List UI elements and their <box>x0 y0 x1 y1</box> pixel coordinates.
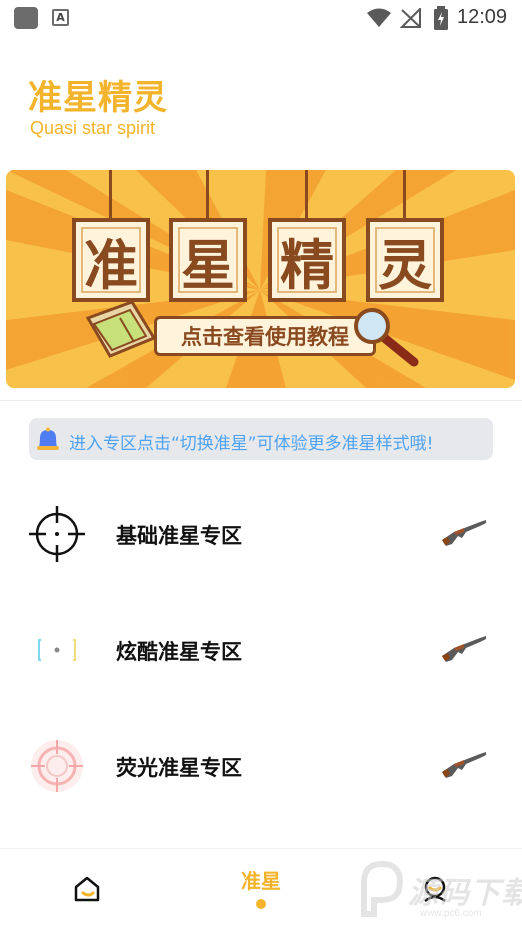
tab-label: 准星 <box>241 869 281 893</box>
banner-string <box>403 170 406 222</box>
app-icon <box>14 7 38 29</box>
zone-label: 基础准星专区 <box>116 524 242 548</box>
section-divider <box>0 400 522 401</box>
zone-label: 荧光准星专区 <box>116 756 242 780</box>
tip-text: 进入专区点击“切换准星”可体验更多准星样式哦! <box>69 434 434 454</box>
tab-crosshair[interactable]: 准星 <box>211 849 311 929</box>
book-icon <box>85 300 157 358</box>
rifle-icon <box>442 752 486 778</box>
watermark: 源码下载 www.pc6.com <box>356 850 522 928</box>
watermark-logo-icon <box>361 860 404 917</box>
app-title: 准星精灵 <box>28 78 168 118</box>
zone-glow[interactable]: 荧光准星专区 <box>0 726 522 806</box>
rifle-icon <box>442 636 486 662</box>
tutorial-banner[interactable]: 准 星 精 灵 点击查看使用教程 <box>6 170 515 388</box>
banner-string <box>109 170 112 222</box>
status-time: 12:09 <box>457 6 508 28</box>
zone-basic[interactable]: 基础准星专区 <box>0 494 522 574</box>
tip-banner: 进入专区点击“切换准星”可体验更多准星样式哦! <box>29 418 493 460</box>
banner-caption: 点击查看使用教程 <box>154 316 376 356</box>
status-bar: A 12:09 <box>0 0 522 36</box>
app-subtitle: Quasi star spirit <box>30 118 156 138</box>
magnifier-icon <box>354 308 419 367</box>
bell-icon <box>37 427 59 450</box>
crosshair-cool-icon <box>38 639 76 661</box>
home-icon <box>74 876 100 902</box>
battery-charging-icon <box>434 6 448 30</box>
banner-string <box>305 170 308 222</box>
no-signal-icon <box>400 8 421 28</box>
banner-tile: 准 <box>72 218 150 302</box>
watermark-sub: www.pc6.com <box>420 908 482 919</box>
banner-tile: 灵 <box>366 218 444 302</box>
watermark-text: 源码下载 <box>408 876 522 911</box>
banner-string <box>206 170 209 222</box>
text-icon: A <box>52 9 69 26</box>
active-indicator <box>256 899 266 909</box>
crosshair-basic-icon <box>29 506 85 562</box>
rifle-icon <box>442 520 486 546</box>
crosshair-glow-icon <box>31 740 83 792</box>
banner-tile: 精 <box>268 218 346 302</box>
zone-label: 炫酷准星专区 <box>116 640 242 664</box>
wifi-icon <box>367 8 391 27</box>
zone-cool[interactable]: 炫酷准星专区 <box>0 610 522 690</box>
tab-home[interactable] <box>37 849 137 929</box>
banner-tile: 星 <box>169 218 247 302</box>
